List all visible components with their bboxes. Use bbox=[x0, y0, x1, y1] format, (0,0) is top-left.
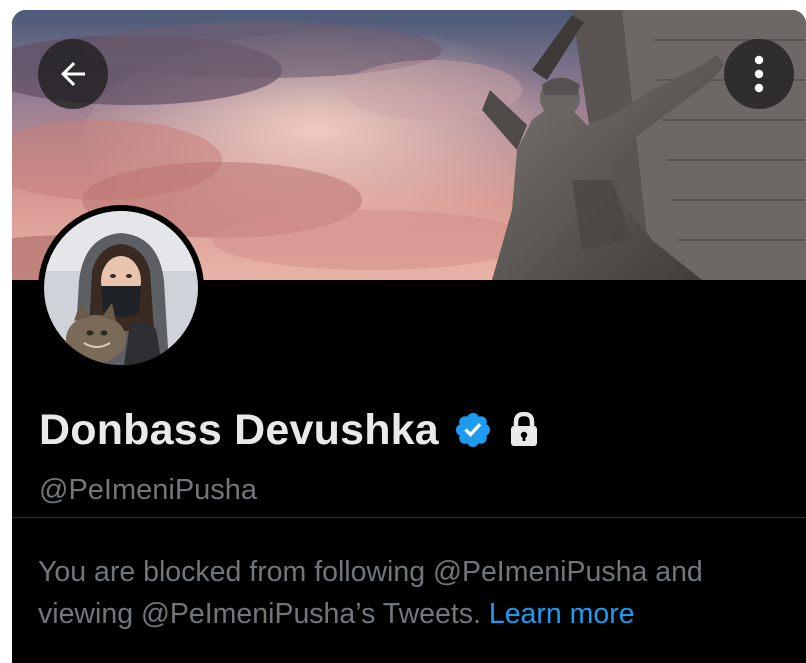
avatar[interactable] bbox=[38, 205, 204, 371]
more-vertical-icon bbox=[754, 55, 764, 93]
lock-icon bbox=[509, 412, 539, 448]
more-options-button[interactable] bbox=[724, 39, 794, 109]
arrow-left-icon bbox=[61, 62, 85, 86]
profile-card: Donbass Devushka @PeImeniPusha You are b… bbox=[12, 10, 806, 663]
avatar-image bbox=[44, 211, 198, 365]
blocked-notice: You are blocked from following @PeImeniP… bbox=[38, 551, 798, 635]
profile-handle: @PeImeniPusha bbox=[39, 474, 258, 506]
display-name: Donbass Devushka bbox=[39, 406, 439, 454]
back-button[interactable] bbox=[38, 39, 108, 109]
divider bbox=[12, 517, 806, 518]
profile-name-row: Donbass Devushka bbox=[39, 404, 539, 456]
learn-more-link[interactable]: Learn more bbox=[489, 598, 635, 630]
verified-badge-icon[interactable] bbox=[453, 410, 493, 450]
